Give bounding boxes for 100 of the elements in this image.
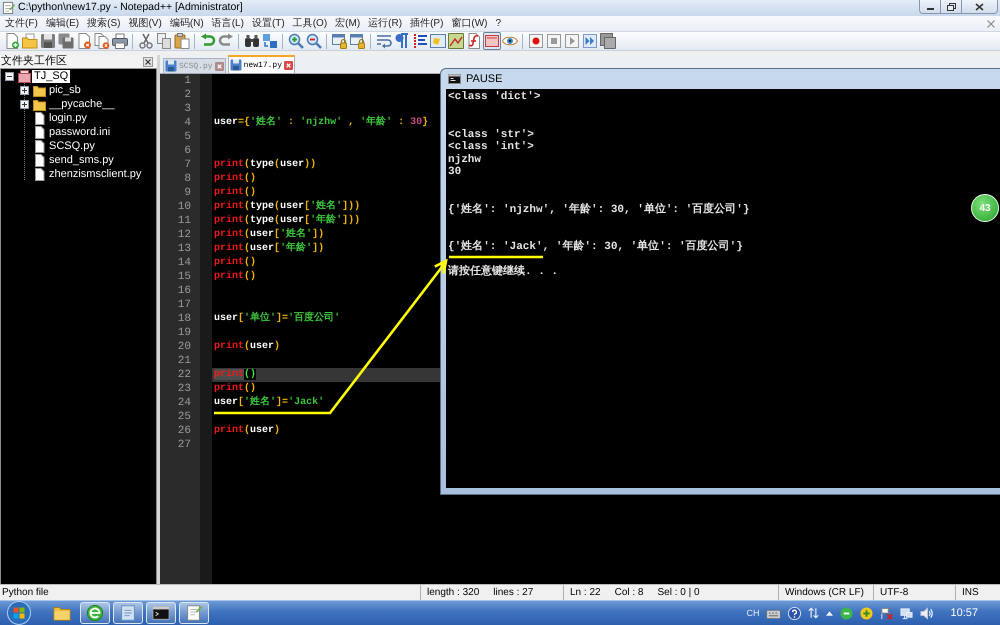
- code-line: user={'姓名' : 'njzhw' , '年龄' : 30}: [214, 116, 428, 130]
- menu-item[interactable]: 宏(M): [331, 16, 364, 30]
- menu-item[interactable]: 插件(P): [406, 16, 448, 30]
- line-number: 15: [176, 270, 192, 284]
- replace-icon[interactable]: [261, 32, 279, 50]
- help-icon[interactable]: [788, 606, 802, 620]
- caret-icon[interactable]: [826, 610, 834, 616]
- line-number: 6: [183, 144, 192, 158]
- network-icon[interactable]: [900, 606, 914, 620]
- play-icon[interactable]: [563, 32, 581, 50]
- expand-icon[interactable]: [20, 100, 29, 108]
- console-title: PAUSE: [466, 73, 502, 85]
- menu-item[interactable]: 窗口(W): [447, 16, 492, 30]
- word-wrap-icon[interactable]: [375, 32, 393, 50]
- tree-item[interactable]: TJ_SQ: [32, 70, 70, 82]
- line-number: 8: [183, 172, 192, 186]
- restore-button[interactable]: [941, 0, 962, 14]
- line-number: 13: [176, 242, 192, 256]
- stop-icon[interactable]: [545, 32, 563, 50]
- menu-item[interactable]: 设置(T): [248, 16, 289, 30]
- document-stats: length : 320: [427, 587, 480, 598]
- start-orb-icon[interactable]: [7, 601, 31, 625]
- line-chart-icon[interactable]: [447, 32, 465, 50]
- arrows-icon[interactable]: [808, 607, 820, 619]
- stacked-squares-icon[interactable]: [599, 32, 617, 50]
- console-line: {'姓名': 'Jack', '年龄': 30, '单位': '百度公司'}: [448, 241, 743, 254]
- menu-item[interactable]: 视图(V): [124, 16, 166, 30]
- close-button[interactable]: [962, 0, 998, 14]
- language-indicator[interactable]: CH: [746, 608, 760, 618]
- file-icon: [33, 168, 46, 180]
- terminal-icon: [152, 604, 170, 622]
- expand-icon[interactable]: [20, 86, 29, 94]
- tab[interactable]: new17.py: [228, 55, 296, 73]
- collapse-icon[interactable]: [5, 72, 14, 80]
- panel-icon[interactable]: [483, 32, 501, 50]
- menu-item[interactable]: ?: [492, 16, 506, 30]
- speaker-icon[interactable]: [920, 606, 934, 620]
- line-number: 10: [176, 200, 192, 214]
- console-line: {'姓名': 'njzhw', '年龄': 30, '单位': '百度公司'}: [448, 204, 750, 216]
- pilcrow-icon[interactable]: [393, 32, 411, 50]
- fast-forward-icon[interactable]: [581, 32, 599, 50]
- console-line: 30: [448, 166, 462, 178]
- menu-item[interactable]: 语言(L): [208, 16, 248, 30]
- minus-circle-icon[interactable]: [840, 606, 854, 620]
- line-number: 1: [183, 74, 192, 88]
- window-lock-icon[interactable]: [349, 32, 367, 50]
- printer-icon[interactable]: [111, 32, 129, 50]
- binoculars-icon[interactable]: [243, 32, 261, 50]
- code-line: user['单位']='百度公司': [214, 312, 340, 326]
- menu-item[interactable]: 工具(O): [288, 16, 332, 30]
- plus-circle-icon[interactable]: [860, 606, 874, 620]
- clipboard-icon[interactable]: [173, 32, 191, 50]
- keyboard-icon[interactable]: [766, 608, 782, 618]
- line-number: 18: [176, 312, 192, 326]
- file-icon: [33, 154, 46, 166]
- encoding: UTF-8: [880, 587, 908, 598]
- line-number: 3: [183, 102, 192, 116]
- code-line: print(): [214, 172, 256, 186]
- floppy-disks-icon[interactable]: [57, 32, 75, 50]
- code-line: print(user): [214, 424, 280, 438]
- line-number: 4: [183, 116, 192, 130]
- tree-item[interactable]: password.ini: [47, 126, 112, 138]
- line-number: 2: [183, 88, 192, 102]
- window-icon[interactable]: [429, 32, 447, 50]
- tree-item[interactable]: __pycache__: [47, 98, 116, 110]
- zoom-out-icon[interactable]: [305, 32, 323, 50]
- code-line: print(user['年龄']): [214, 242, 324, 256]
- window-lock-icon[interactable]: [331, 32, 349, 50]
- file-type: Python file: [2, 587, 49, 598]
- documents-close-icon[interactable]: [93, 32, 111, 50]
- minimize-button[interactable]: [919, 0, 941, 14]
- clock[interactable]: 10:57: [950, 607, 978, 619]
- tree-item[interactable]: login.py: [47, 112, 89, 124]
- console-line: <class 'str'>: [448, 128, 534, 141]
- menu-item[interactable]: 编辑(E): [42, 16, 84, 30]
- close-icon[interactable]: [143, 56, 153, 66]
- terminal-icon: [448, 74, 461, 84]
- code-line: print(): [214, 368, 256, 382]
- menu-item[interactable]: 文件(F): [1, 16, 42, 30]
- code-line: print(user['姓名']): [214, 228, 324, 242]
- file-icon: [33, 112, 46, 124]
- flag-icon[interactable]: [880, 606, 894, 620]
- menu-item[interactable]: 搜索(S): [83, 16, 124, 30]
- console-line: <class 'int'>: [448, 141, 534, 154]
- copy-icon[interactable]: [155, 32, 173, 50]
- tree-item[interactable]: SCSQ.py: [47, 140, 97, 152]
- notepad-pen-icon: [185, 604, 203, 622]
- notepad-icon: [119, 604, 137, 622]
- tree-item[interactable]: zhenzismsclient.py: [47, 168, 144, 180]
- tree-item[interactable]: send_sms.py: [47, 154, 116, 166]
- taskbar-button[interactable]: [146, 602, 176, 624]
- zoom-in-icon[interactable]: [287, 32, 305, 50]
- record-icon[interactable]: [527, 32, 545, 50]
- scissors-icon[interactable]: [137, 32, 155, 50]
- tree-item[interactable]: pic_sb: [47, 84, 83, 96]
- indent-guide-icon[interactable]: [411, 32, 429, 50]
- menu-item[interactable]: 运行(R): [364, 16, 406, 30]
- notepad-pen-icon: [2, 1, 15, 14]
- menu-item[interactable]: 编码(N): [166, 16, 208, 30]
- line-number: 7: [183, 158, 192, 172]
